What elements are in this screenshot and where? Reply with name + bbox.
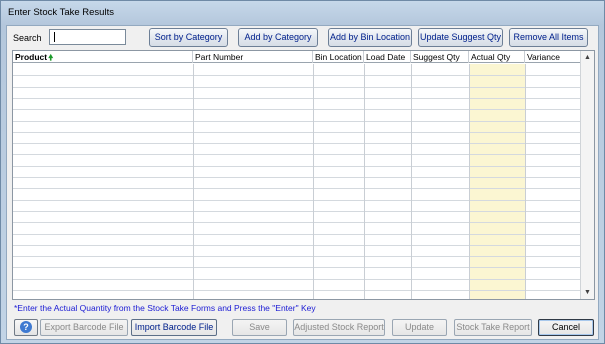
text-caret: [54, 32, 55, 42]
search-label: Search: [13, 33, 42, 43]
grid-body[interactable]: [13, 64, 581, 299]
update-button[interactable]: Update: [392, 319, 447, 336]
grid-row-line: [13, 75, 581, 76]
grid-row-line: [13, 200, 581, 201]
grid-row-line: [13, 166, 581, 167]
help-icon: ?: [20, 321, 32, 333]
grid-row-line: [13, 121, 581, 122]
grid-column-line: [364, 64, 365, 299]
grid-row-line: [13, 256, 581, 257]
scroll-up-icon[interactable]: ▲: [581, 51, 594, 64]
column-header-label: Product: [15, 52, 48, 62]
grid-column-line: [193, 64, 194, 299]
search-input[interactable]: [49, 29, 126, 45]
column-header-product[interactable]: Product🠝: [13, 51, 193, 63]
grid-row-line: [13, 290, 581, 291]
stock-take-panel: Search Sort by Category Add by Category …: [6, 25, 599, 340]
grid-row-line: [13, 234, 581, 235]
grid-row-line: [13, 188, 581, 189]
grid-row-line: [13, 143, 581, 144]
grid-column-line: [411, 64, 412, 299]
save-button[interactable]: Save: [232, 319, 287, 336]
adjusted-stock-report-button[interactable]: Adjusted Stock Report: [293, 319, 385, 336]
grid-row-line: [13, 87, 581, 88]
grid-row-line: [13, 245, 581, 246]
stock-take-report-button[interactable]: Stock Take Report: [454, 319, 532, 336]
sort-ascending-icon: 🠝: [48, 53, 54, 62]
window-title: Enter Stock Take Results: [8, 7, 114, 18]
add-by-bin-location-button[interactable]: Add by Bin Location: [328, 28, 412, 47]
update-suggest-qty-button[interactable]: Update Suggest Qty: [418, 28, 503, 47]
grid-column-line: [313, 64, 314, 299]
remove-all-items-button[interactable]: Remove All Items: [509, 28, 588, 47]
column-header-actual-qty[interactable]: Actual Qty: [469, 51, 525, 63]
cancel-button[interactable]: Cancel: [538, 319, 594, 336]
stock-take-window: Enter Stock Take Results Search Sort by …: [0, 0, 605, 344]
column-header-bin-location[interactable]: Bin Location: [313, 51, 364, 63]
column-header-part-number[interactable]: Part Number: [193, 51, 313, 63]
grid-column-line: [525, 64, 526, 299]
grid-row-line: [13, 267, 581, 268]
grid-row-line: [13, 222, 581, 223]
column-header-variance[interactable]: Variance: [525, 51, 581, 63]
bottom-button-bar: ? Export Barcode File Import Barcode Fil…: [7, 316, 598, 340]
grid-row-line: [13, 177, 581, 178]
column-header-load-date[interactable]: Load Date: [364, 51, 411, 63]
grid-row-line: [13, 132, 581, 133]
help-button[interactable]: ?: [14, 319, 38, 336]
export-barcode-file-button[interactable]: Export Barcode File: [40, 319, 128, 336]
sort-by-category-button[interactable]: Sort by Category: [149, 28, 228, 47]
scroll-down-icon[interactable]: ▼: [581, 286, 594, 299]
vertical-scrollbar[interactable]: ▲ ▼: [580, 51, 594, 299]
import-barcode-file-button[interactable]: Import Barcode File: [131, 319, 217, 336]
grid-row-line: [13, 211, 581, 212]
grid-column-line: [469, 64, 470, 299]
grid-row-line: [13, 98, 581, 99]
stock-take-grid[interactable]: Product🠝 Part Number Bin Location Load D…: [12, 50, 595, 300]
grid-row-line: [13, 109, 581, 110]
column-header-suggest-qty[interactable]: Suggest Qty: [411, 51, 469, 63]
grid-header: Product🠝 Part Number Bin Location Load D…: [13, 51, 581, 63]
add-by-category-button[interactable]: Add by Category: [238, 28, 318, 47]
grid-row-line: [13, 279, 581, 280]
grid-row-line: [13, 154, 581, 155]
actual-qty-column-highlight: [469, 64, 525, 299]
instruction-hint: *Enter the Actual Quantity from the Stoc…: [14, 303, 316, 313]
